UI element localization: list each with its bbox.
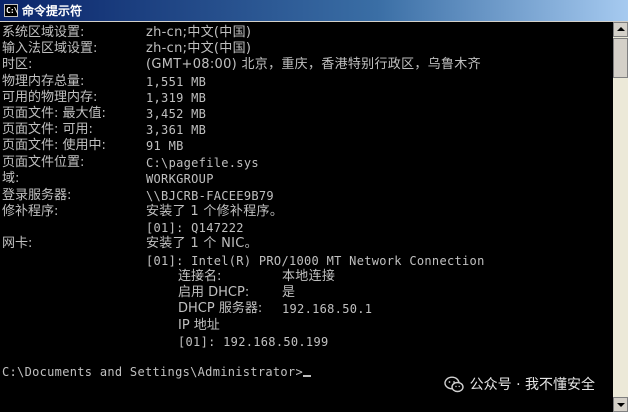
info-row: 登录服务器: \\BJCRB-FACEE9B79 [0, 188, 274, 204]
nic-detail-value: 192.168.50.1 [282, 302, 373, 316]
row-label: 域: [2, 171, 20, 186]
window-title: 命令提示符 [22, 4, 83, 18]
wechat-icon [443, 376, 464, 393]
nic-detail-value: 是 [282, 285, 296, 300]
info-row: 物理内存总量: 1,551 MB [0, 74, 206, 90]
info-row: 页面文件: 最大值: 3,452 MB [0, 106, 206, 122]
nic-detail-row: DHCP 服务器: 192.168.50.1 [0, 301, 372, 317]
prompt-path: C:\Documents and Settings\Administrator> [2, 365, 303, 379]
row-label: 登录服务器: [2, 188, 72, 203]
nic-detail-row: IP 地址 [0, 318, 220, 334]
text-cursor [302, 375, 311, 377]
scroll-down-button[interactable] [613, 397, 628, 412]
row-value: 1,319 MB [146, 91, 207, 105]
row-label: 可用的物理内存: [2, 90, 98, 105]
info-row: [01]: Q147222 [0, 220, 244, 236]
row-value: 3,361 MB [146, 123, 207, 137]
row-value: C:\pagefile.sys [146, 156, 259, 170]
info-row: 页面文件: 使用中: 91 MB [0, 138, 183, 154]
nic-detail-row: 连接名: 本地连接 [0, 269, 335, 285]
row-label: 网卡: [2, 236, 33, 251]
row-value: zh-cn;中文(中国) [146, 41, 252, 56]
row-value: 91 MB [146, 139, 184, 153]
info-row: 网卡: 安装了 1 个 NIC。 [0, 236, 258, 252]
cmd-icon-label: C:\ [6, 6, 18, 15]
row-value: 安装了 1 个 NIC。 [146, 236, 258, 251]
nic-detail-label: IP 地址 [178, 318, 220, 333]
row-value: [01]: Q147222 [146, 221, 244, 235]
watermark-text: 公众号 · 我不懂安全 [469, 377, 595, 393]
nic-detail-row: 启用 DHCP: 是 [0, 285, 295, 301]
nic-detail-value: 本地连接 [282, 269, 336, 284]
row-label: 修补程序: [2, 204, 59, 219]
nic-detail-value: [01]: 192.168.50.199 [178, 335, 329, 349]
title-bar[interactable]: C:\ 命令提示符 [0, 0, 628, 22]
scroll-thumb[interactable] [613, 38, 628, 78]
nic-detail-label: 启用 DHCP: [178, 285, 250, 300]
row-label: 页面文件: 最大值: [2, 106, 106, 121]
info-row: 页面文件位置: C:\pagefile.sys [0, 155, 259, 171]
command-prompt-line[interactable]: C:\Documents and Settings\Administrator> [0, 364, 311, 380]
cmd-icon[interactable]: C:\ [4, 4, 18, 17]
row-label: 输入法区域设置: [2, 41, 98, 56]
prompt-text[interactable]: C:\Documents and Settings\Administrator> [2, 364, 311, 380]
info-row: 页面文件: 可用: 3,361 MB [0, 122, 206, 138]
row-value: 1,551 MB [146, 75, 207, 89]
row-label: 系统区域设置: [2, 25, 85, 40]
arrow-down-icon [617, 403, 625, 407]
row-label: 页面文件: 可用: [2, 122, 93, 137]
info-row: 时区: (GMT+08:00) 北京，重庆，香港特别行政区，乌鲁木齐 [0, 57, 481, 73]
info-row: 系统区域设置: zh-cn;中文(中国) [0, 25, 251, 41]
row-value: zh-cn;中文(中国) [146, 25, 252, 40]
command-prompt-window: C:\ 命令提示符 系统区域设置: zh-cn;中文(中国) 输入法区域设置: … [0, 0, 628, 412]
console-output[interactable]: 系统区域设置: zh-cn;中文(中国) 输入法区域设置: zh-cn;中文(中… [0, 22, 613, 412]
watermark: 公众号 · 我不懂安全 [443, 374, 595, 396]
nic-detail-row: [01]: 192.168.50.199 [0, 334, 328, 350]
info-row: 输入法区域设置: zh-cn;中文(中国) [0, 41, 251, 57]
row-value: WORKGROUP [146, 172, 214, 186]
row-label: 页面文件位置: [2, 155, 85, 170]
info-row: 可用的物理内存: 1,319 MB [0, 90, 206, 106]
row-label: 物理内存总量: [2, 74, 85, 89]
row-label: 页面文件: 使用中: [2, 138, 106, 153]
row-value: 3,452 MB [146, 107, 207, 121]
row-label: 时区: [2, 57, 33, 72]
row-value: \\BJCRB-FACEE9B79 [146, 189, 274, 203]
row-value: (GMT+08:00) 北京，重庆，香港特别行政区，乌鲁木齐 [146, 57, 481, 72]
info-row: [01]: Intel(R) PRO/1000 MT Network Conne… [0, 253, 484, 269]
nic-detail-label: 连接名: [178, 269, 222, 284]
scroll-up-button[interactable] [613, 22, 628, 37]
row-value: [01]: Intel(R) PRO/1000 MT Network Conne… [146, 254, 485, 268]
vertical-scrollbar[interactable] [613, 22, 628, 412]
arrow-up-icon [617, 27, 625, 31]
row-value: 安装了 1 个修补程序。 [146, 204, 284, 219]
nic-detail-label: DHCP 服务器: [178, 301, 263, 316]
info-row: 域: WORKGROUP [0, 171, 213, 187]
info-row: 修补程序: 安装了 1 个修补程序。 [0, 204, 283, 220]
